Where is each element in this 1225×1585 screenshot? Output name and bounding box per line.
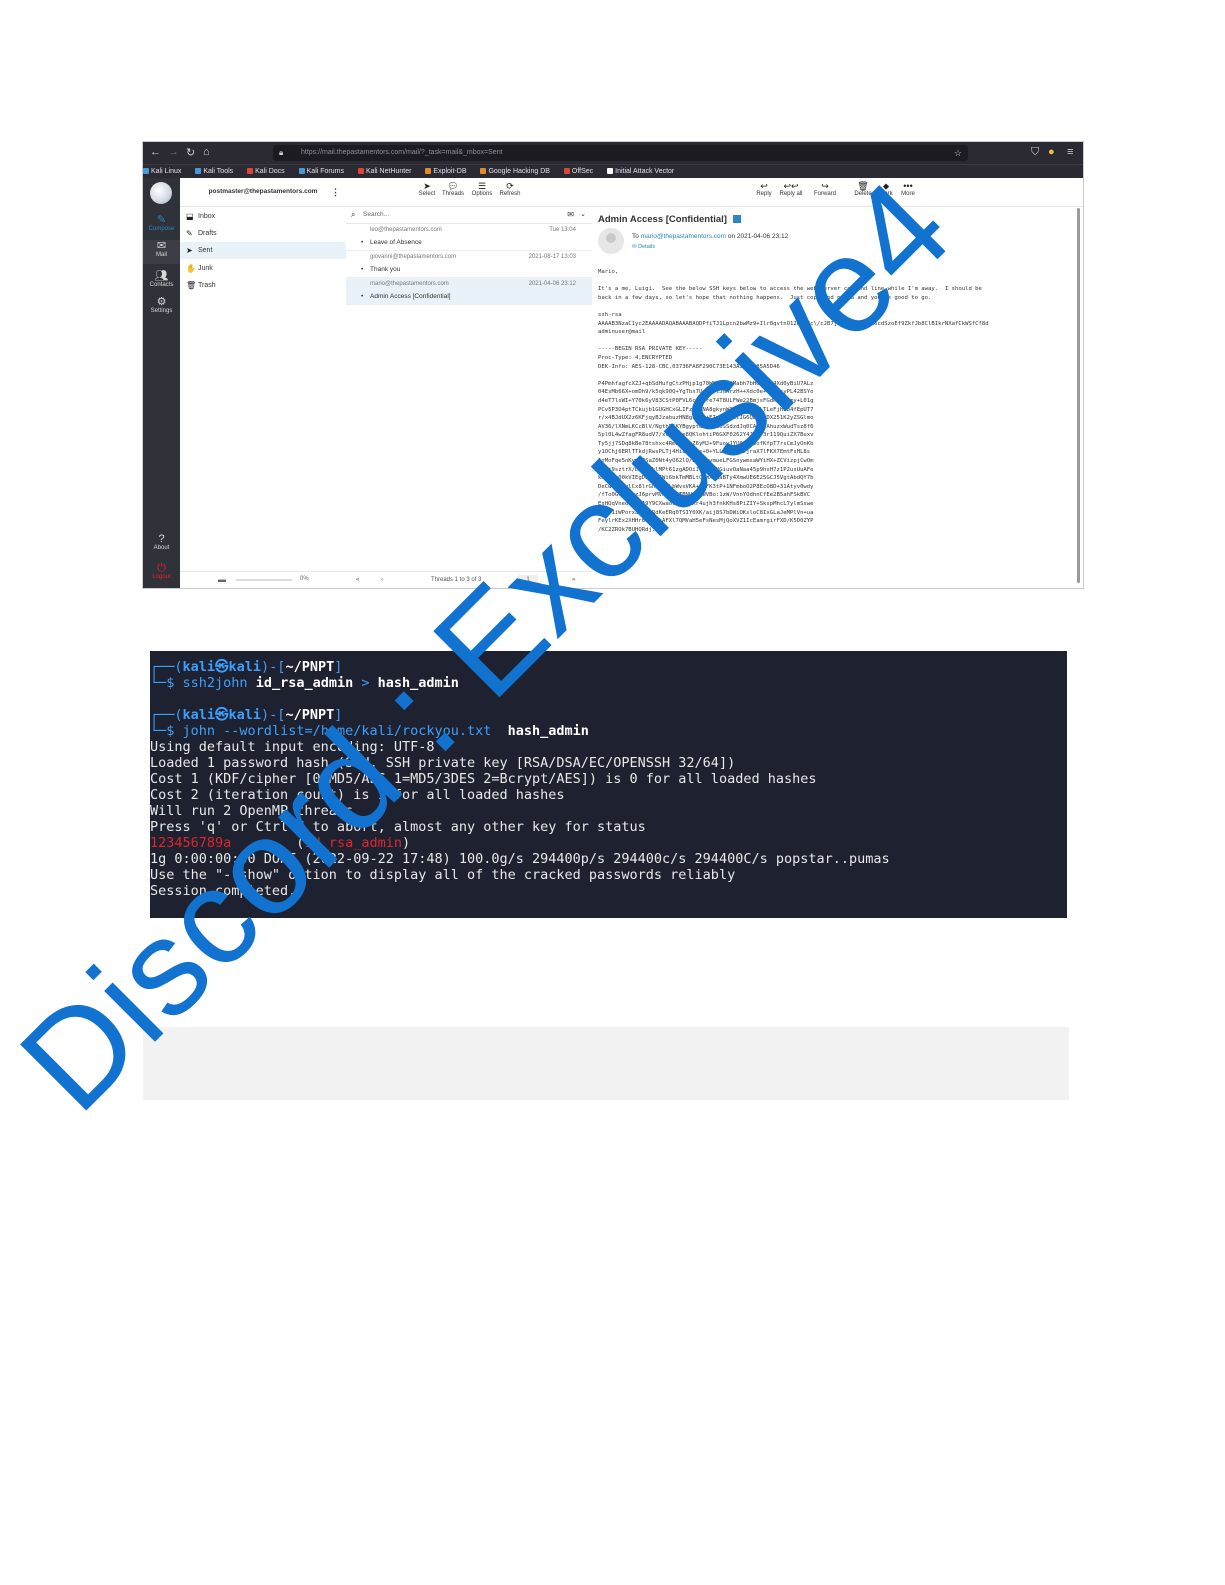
folder-drafts[interactable]: ✎ Drafts: [180, 225, 346, 242]
compose-button[interactable]: ✎ Compose: [143, 214, 180, 232]
webmail-nav-rail: ✎ Compose ✉ Mail 👥︎ Contacts ⚙ Settings ? Abo…: [143, 178, 180, 588]
empty-code-block: [143, 1027, 1069, 1100]
envelope-icon: ✉: [632, 244, 637, 250]
reply-all-button[interactable]: ↩↩ Reply all: [776, 181, 806, 197]
bookmark-item[interactable]: Kali Docs: [247, 168, 291, 175]
threads-icon: 💬︎: [447, 181, 459, 191]
avatar: [598, 228, 624, 254]
options-icon: ☰: [477, 181, 487, 191]
envelope-icon[interactable]: ✉: [567, 207, 574, 223]
message-row[interactable]: giovanni@thepastamentors.com 2021-08-17 …: [346, 251, 592, 278]
lock-icon: 🔒︎: [279, 148, 284, 157]
scrollbar[interactable]: [1077, 208, 1080, 583]
list-toolbar: ➤ Select 💬︎ Threads ☰ Options ⟳ Refresh: [346, 178, 592, 207]
message-row[interactable]: leo@thepastamentors.com Tue 13:04 • Leav…: [346, 224, 592, 251]
logout-button[interactable]: ⏻ Logout: [143, 562, 180, 580]
url-text: https://mail.thepastamentors.com/mail/?_…: [301, 149, 503, 156]
bookmark-item[interactable]: Initial Attack Vector: [607, 168, 680, 175]
help-icon: ?: [158, 533, 165, 545]
bookmarks-bar: Kali Linux Kali Tools Kali Docs Kali For…: [143, 164, 1083, 179]
bookmark-item[interactable]: Kali Linux: [143, 168, 187, 175]
compose-icon: ✎: [156, 214, 167, 226]
paper-plane-icon: ➤: [186, 246, 193, 255]
quota-text: 0%: [300, 576, 309, 582]
bookmark-item[interactable]: OffSec: [563, 168, 599, 175]
extension-icon[interactable]: ●: [1048, 146, 1055, 158]
inbox-icon: ⬓: [186, 212, 194, 221]
menu-icon[interactable]: ≡: [1067, 146, 1073, 158]
message-row-selected[interactable]: mario@thepastamentors.com 2021-04-06 23:…: [346, 278, 592, 305]
message-subject: Admin Access [Confidential]: [598, 214, 741, 225]
gear-icon: ⚙: [156, 296, 167, 308]
message-recipient: To mario@thepastamentors.com on 2021-04-…: [632, 233, 789, 240]
junk-icon: ✋: [186, 264, 196, 273]
shield-icon[interactable]: ⛉: [1031, 146, 1039, 159]
refresh-button[interactable]: ⟳ Refresh: [495, 181, 525, 197]
folder-junk[interactable]: ✋ Junk: [180, 260, 346, 277]
folder-panel: postmaster@thepastamentors.com ⋮ ⬓ Inbox …: [180, 178, 347, 588]
search-icon: ⌕: [351, 210, 356, 219]
quota-meter: [236, 579, 292, 581]
first-page-icon[interactable]: «: [356, 572, 359, 588]
forward-icon[interactable]: →: [168, 146, 179, 158]
home-icon[interactable]: ⌂: [203, 146, 210, 158]
folder-trash[interactable]: 🗑︎ Trash: [180, 277, 346, 294]
back-icon[interactable]: ←: [150, 146, 161, 158]
bookmark-item[interactable]: Kali NetHunter: [357, 168, 418, 175]
disk-icon: ▬: [218, 575, 226, 584]
bookmark-item[interactable]: Exploit-DB: [425, 168, 472, 175]
trash-icon: 🗑︎: [186, 281, 197, 290]
account-header: postmaster@thepastamentors.com ⋮: [180, 178, 346, 207]
open-external-icon[interactable]: [732, 215, 741, 223]
threads-button[interactable]: 💬︎ Threads: [438, 181, 468, 197]
account-name: postmaster@thepastamentors.com: [208, 188, 318, 195]
contacts-button[interactable]: 👥︎ Contacts: [143, 270, 180, 288]
prev-page-icon[interactable]: ‹: [381, 572, 383, 588]
quota-bar: ▬ 0%: [180, 571, 346, 588]
folder-inbox[interactable]: ⬓ Inbox: [180, 208, 346, 225]
reply-button[interactable]: ↩ Reply: [749, 181, 779, 197]
bookmark-item[interactable]: Kali Forums: [298, 168, 350, 175]
browser-toolbar: ← → ↻ ⌂ 🔒︎ https://mail.thepastamentors.…: [143, 142, 1083, 164]
kebab-menu-icon[interactable]: ⋮: [331, 178, 340, 206]
refresh-icon: ⟳: [506, 181, 514, 191]
roundcube-logo: [150, 182, 172, 204]
reply-all-icon: ↩↩: [783, 181, 799, 191]
prompt-line: ┌──(kali㉿kali)-[~/PNPT]: [150, 659, 343, 675]
about-button[interactable]: ? About: [143, 533, 180, 551]
reload-icon[interactable]: ↻: [186, 146, 195, 159]
chevron-down-icon[interactable]: ⌄: [580, 207, 586, 223]
settings-button[interactable]: ⚙ Settings: [143, 296, 180, 314]
bookmark-item[interactable]: Kali Tools: [195, 168, 239, 175]
recipient-link[interactable]: mario@thepastamentors.com: [641, 233, 726, 240]
search-input[interactable]: ⌕ Search... ✉ ⌄: [346, 207, 592, 224]
bookmark-star-icon[interactable]: ☆: [954, 145, 962, 161]
power-icon: ⏻: [157, 562, 166, 574]
contacts-icon: 👥︎: [154, 270, 169, 282]
mail-icon: ✉: [156, 240, 167, 252]
folder-sent[interactable]: ➤ Sent: [180, 242, 346, 259]
options-button[interactable]: ☰ Options: [467, 181, 497, 197]
bookmark-item[interactable]: Google Hacking DB: [480, 168, 555, 175]
mail-button[interactable]: ✉ Mail: [143, 240, 180, 264]
details-link[interactable]: ✉ Details: [632, 244, 655, 250]
search-placeholder: Search...: [363, 211, 390, 218]
reply-icon: ↩: [760, 181, 768, 191]
pencil-icon: ✎: [186, 229, 193, 238]
